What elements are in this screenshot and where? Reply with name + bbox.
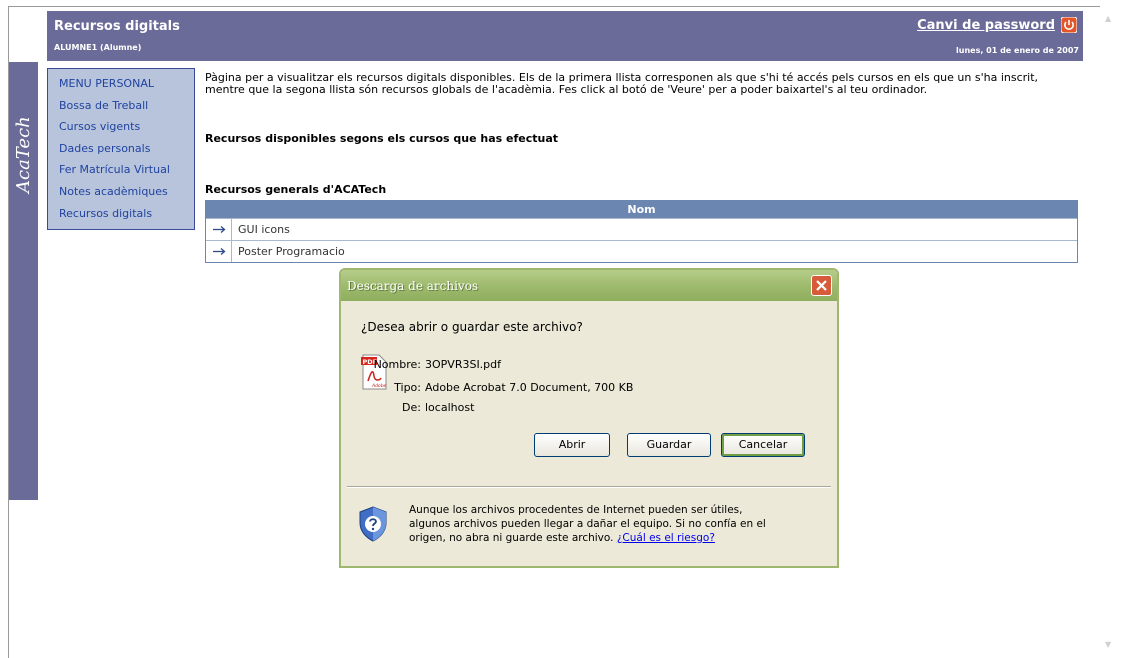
cancel-button[interactable]: Cancelar [721,433,805,457]
current-date: lunes, 01 de enero de 2007 [956,46,1079,55]
dialog-titlebar[interactable]: Descarga de archivos [341,270,837,301]
menu-item-notes-academiques[interactable]: Notes acadèmiques [59,183,194,205]
dialog-title: Descarga de archivos [347,279,479,293]
personal-menu: MENU PERSONAL Bossa de Treball Cursos vi… [47,68,195,230]
save-button[interactable]: Guardar [627,433,711,457]
power-icon[interactable] [1061,17,1077,33]
menu-item-dades-personals[interactable]: Dades personals [59,140,194,162]
file-name-value: 3OPVR3SI.pdf [425,358,502,371]
dialog-question: ¿Desea abrir o guardar este archivo? [361,320,583,334]
table-row[interactable]: Poster Programacio [206,240,1077,262]
menu-heading: MENU PERSONAL [59,77,154,90]
user-label: ALUMNE1 (Alumne) [54,43,142,52]
table-header-nom: Nom [206,201,1077,218]
menu-item-recursos-digitals[interactable]: Recursos digitals [59,205,194,227]
menu-item-matricula-virtual[interactable]: Fer Matrícula Virtual [59,161,194,183]
file-from-row: De: localhost [351,401,474,414]
acatech-logo: AcaTech [13,116,34,195]
security-shield-icon [359,506,387,542]
section-course-resources: Recursos disponibles segons els cursos q… [205,132,559,145]
page-header: Recursos digitals ALUMNE1 (Alumne) Canvi… [47,11,1083,61]
menu-item-bossa-treball[interactable]: Bossa de Treball [59,97,194,119]
security-warning: Aunque los archivos procedentes de Inter… [409,503,769,545]
resource-name: Poster Programacio [238,245,345,258]
file-from-value: localhost [425,401,475,414]
window-top-border [8,6,1100,7]
arrow-right-icon[interactable] [206,219,232,240]
file-type-row: Tipo: Adobe Acrobat 7.0 Document, 700 KB [351,381,633,394]
table-row[interactable]: GUI icons [206,218,1077,240]
section-general-resources: Recursos generals d'ACATech [205,183,387,196]
close-icon[interactable] [811,275,832,296]
page-title: Recursos digitals [54,19,180,34]
file-name-row: Nombre: 3OPVR3SI.pdf [351,358,501,371]
dialog-separator [347,486,831,488]
arrow-right-icon[interactable] [206,241,232,262]
acatech-logo-text: AcaTech [13,116,34,195]
open-button[interactable]: Abrir [534,433,610,457]
resources-table: Nom GUI icons Poster Programacio [205,200,1078,263]
file-type-label: Tipo: [394,381,421,394]
scroll-down-arrow[interactable]: ▼ [1105,640,1111,649]
change-password-link[interactable]: Canvi de password [917,18,1055,33]
download-dialog: Descarga de archivos ¿Desea abrir o guar… [339,268,839,568]
risk-link[interactable]: ¿Cuál es el riesgo? [617,532,715,544]
file-from-label: De: [402,401,421,414]
menu-item-cursos-vigents[interactable]: Cursos vigents [59,118,194,140]
file-name-label: Nombre: [373,358,421,371]
file-type-value: Adobe Acrobat 7.0 Document, 700 KB [425,381,634,394]
scroll-up-arrow[interactable]: ▲ [1105,14,1111,23]
resource-name: GUI icons [238,223,290,236]
intro-text: Pàgina per a visualitzar els recursos di… [205,71,1039,96]
